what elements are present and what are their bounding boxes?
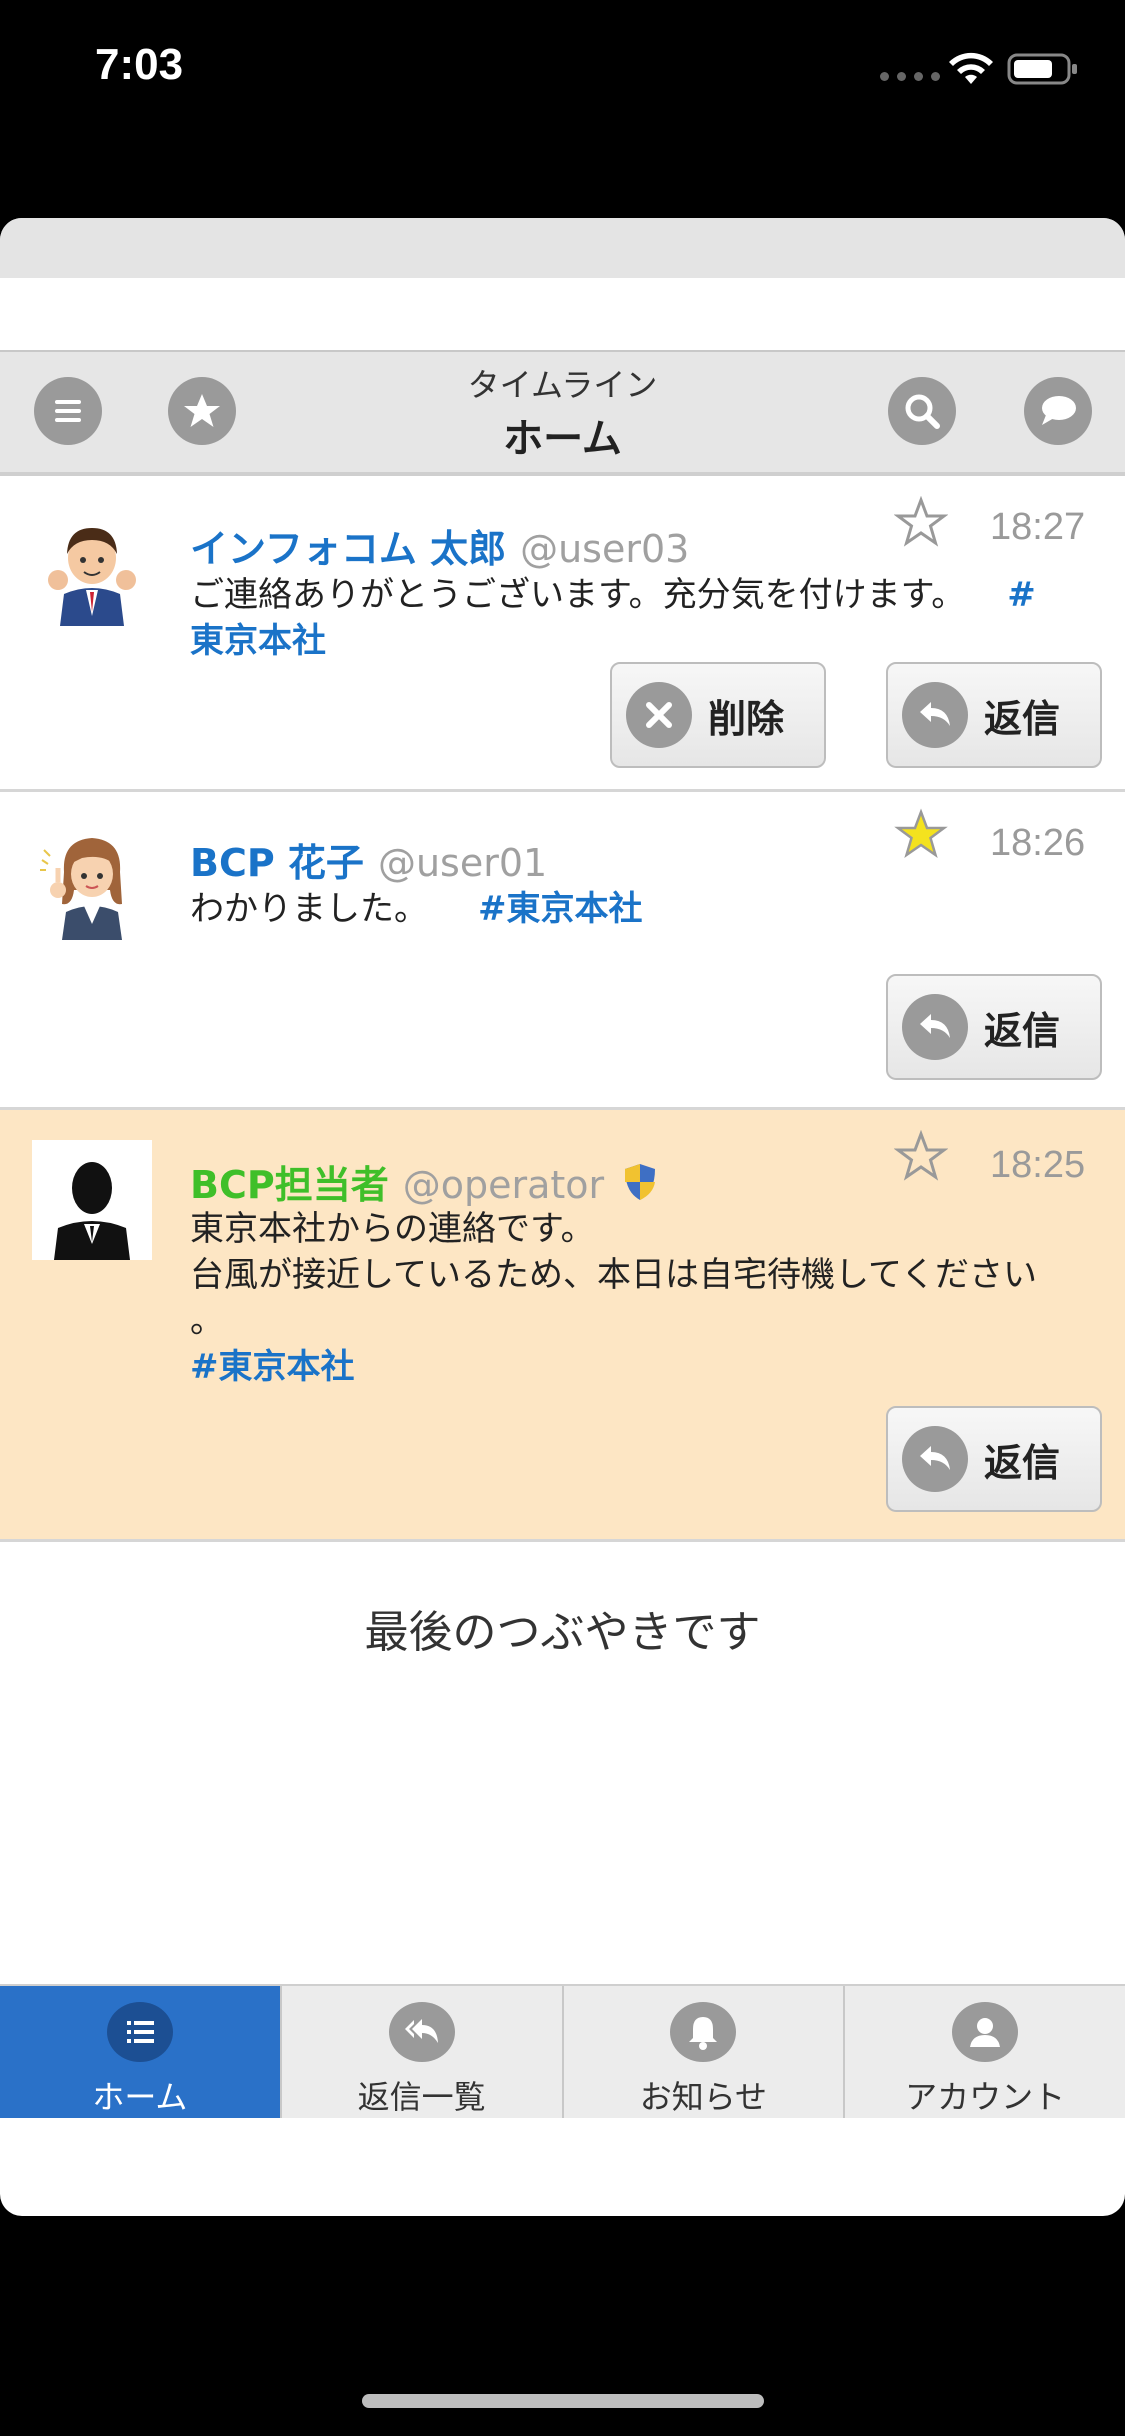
- post-body: ご連絡ありがとうございます。充分気を付けます。 # 東京本社: [190, 572, 1090, 664]
- reply-label: 返信: [984, 1440, 1061, 1485]
- speech-bubble-icon: [1042, 396, 1076, 425]
- hashtag-link[interactable]: #東京本社: [478, 889, 643, 929]
- app-screen: タイムライン ホーム インフォコム 太郎 @user03 18:27 ご連絡あり…: [0, 218, 1125, 2216]
- user-handle: @operator: [402, 1163, 605, 1207]
- hashtag-link[interactable]: #東京本社: [190, 1344, 1090, 1390]
- top-bar-strip: [0, 218, 1125, 278]
- post-text-line: 東京本社からの連絡です。: [190, 1209, 595, 1249]
- timeline-post-operator[interactable]: BCP担当者 @operator 18:25 東京本社からの連絡です。 台風が接近…: [0, 1110, 1125, 1542]
- user-name[interactable]: インフォコム 太郎: [190, 527, 506, 571]
- spacer: [0, 278, 1125, 350]
- end-of-timeline-text: 最後のつぶやきです: [364, 1607, 761, 1658]
- delete-button[interactable]: 削除: [610, 662, 826, 768]
- status-time: 7:03: [95, 40, 184, 89]
- hashtag-link[interactable]: #: [1007, 575, 1036, 615]
- search-icon: [905, 394, 940, 429]
- tab-label: ホーム: [92, 2078, 188, 2116]
- verified-shield-icon: [625, 1164, 656, 1200]
- reply-label: 返信: [984, 1008, 1061, 1053]
- page-title: ホーム: [503, 416, 622, 462]
- post-header: BCP担当者 @operator: [190, 1154, 658, 1209]
- reply-all-icon: [388, 2002, 455, 2062]
- wifi-icon: [949, 52, 993, 84]
- cellular-signal-icon: [880, 72, 940, 81]
- post-time: 18:26: [990, 822, 1086, 864]
- user-name[interactable]: BCP担当者: [190, 1163, 389, 1207]
- reply-button[interactable]: 返信: [886, 1406, 1102, 1512]
- delete-icon-wrap: [626, 682, 692, 748]
- tab-label: アカウント: [905, 2078, 1066, 2116]
- post-time: 18:25: [990, 1144, 1086, 1186]
- home-indicator[interactable]: [362, 2394, 764, 2408]
- favorite-star-icon[interactable]: [894, 808, 948, 862]
- delete-label: 削除: [708, 696, 785, 741]
- search-button[interactable]: [888, 377, 956, 445]
- post-text: ご連絡ありがとうございます。充分気を付けます。: [190, 575, 966, 615]
- post-text-line: 台風が接近しているため、本日は自宅待機してください: [190, 1255, 1037, 1295]
- user-glyph: [970, 2018, 1001, 2047]
- post-header: インフォコム 太郎 @user03: [190, 518, 689, 573]
- timeline-post[interactable]: インフォコム 太郎 @user03 18:27 ご連絡ありがとうございます。充分気…: [0, 476, 1125, 792]
- favorite-star-icon[interactable]: [894, 496, 948, 550]
- status-bar: 7:03: [0, 0, 1125, 140]
- hashtag-link[interactable]: 東京本社: [190, 618, 1090, 664]
- favorite-star-icon[interactable]: [894, 1130, 948, 1184]
- timeline-post[interactable]: BCP 花子 @user01 18:26 わかりました。 #東京本社 返信: [0, 792, 1125, 1110]
- header-subtitle: タイムライン: [467, 366, 658, 404]
- tab-bar: ホーム 返信一覧 お知らせ アカウント: [0, 1984, 1125, 2118]
- tab-label: お知らせ: [639, 2078, 768, 2116]
- tab-notifications[interactable]: お知らせ: [563, 1986, 846, 2118]
- post-time: 18:27: [990, 506, 1086, 548]
- post-button[interactable]: [1024, 377, 1092, 445]
- list-icon: [106, 2002, 173, 2062]
- reply-icon: [920, 702, 950, 726]
- post-text: わかりました。: [190, 889, 428, 929]
- reply-icon: [920, 1446, 950, 1470]
- reply-icon-wrap: [902, 994, 968, 1060]
- user-name[interactable]: BCP 花子: [190, 841, 364, 885]
- post-body: 東京本社からの連絡です。 台風が接近しているため、本日は自宅待機してください 。…: [190, 1206, 1090, 1390]
- bell-icon: [670, 2002, 737, 2062]
- avatar: [32, 1140, 152, 1260]
- reply-icon-wrap: [902, 682, 968, 748]
- close-icon: [646, 702, 672, 728]
- reply-icon-wrap: [902, 1426, 968, 1492]
- user-handle: @user01: [377, 841, 548, 885]
- avatar: [32, 506, 152, 626]
- user-icon: [952, 2002, 1019, 2062]
- reply-all-glyph: [404, 2019, 438, 2043]
- user-handle: @user03: [520, 527, 690, 571]
- reply-label: 返信: [984, 696, 1061, 741]
- post-header: BCP 花子 @user01: [190, 832, 547, 887]
- app-header: タイムライン ホーム: [0, 350, 1125, 476]
- tab-replies[interactable]: 返信一覧: [281, 1986, 564, 2118]
- avatar: [32, 820, 152, 940]
- reply-button[interactable]: 返信: [886, 662, 1102, 768]
- list-glyph: [126, 2021, 154, 2043]
- post-body: わかりました。 #東京本社: [190, 886, 1090, 932]
- battery-icon: [1007, 53, 1077, 85]
- reply-icon: [920, 1014, 950, 1038]
- bell-glyph: [689, 2017, 718, 2050]
- tab-label: 返信一覧: [357, 2078, 486, 2116]
- reply-button[interactable]: 返信: [886, 974, 1102, 1080]
- tab-account[interactable]: アカウント: [845, 1986, 1125, 2118]
- post-text-line: 。: [190, 1301, 224, 1341]
- tab-home[interactable]: ホーム: [0, 1986, 282, 2118]
